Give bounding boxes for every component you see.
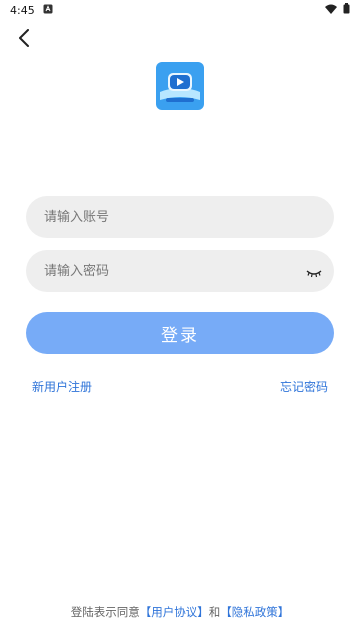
eye-closed-icon[interactable] xyxy=(306,264,322,278)
agreement-text: 登陆表示同意【用户协议】和【隐私政策】 xyxy=(0,604,360,620)
username-input[interactable] xyxy=(42,208,318,226)
password-input[interactable] xyxy=(42,262,318,280)
username-field[interactable] xyxy=(26,196,334,238)
register-link[interactable]: 新用户注册 xyxy=(32,378,92,395)
agreement-prefix: 登陆表示同意 xyxy=(70,605,140,619)
privacy-policy-link[interactable]: 【隐私政策】 xyxy=(220,605,289,619)
app-logo xyxy=(156,62,204,110)
login-button[interactable]: 登录 xyxy=(26,312,334,354)
chevron-left-icon xyxy=(19,29,29,47)
battery-icon xyxy=(343,3,350,17)
password-field[interactable] xyxy=(26,250,334,292)
agreement-conjunction: 和 xyxy=(208,605,221,619)
back-button[interactable] xyxy=(10,24,38,52)
status-bar: 4:45 xyxy=(0,0,360,20)
status-time: 4:45 xyxy=(10,3,35,17)
notification-icon xyxy=(43,4,53,17)
user-agreement-link[interactable]: 【用户协议】 xyxy=(140,605,209,619)
wifi-icon xyxy=(325,4,337,17)
forgot-password-link[interactable]: 忘记密码 xyxy=(280,378,328,395)
